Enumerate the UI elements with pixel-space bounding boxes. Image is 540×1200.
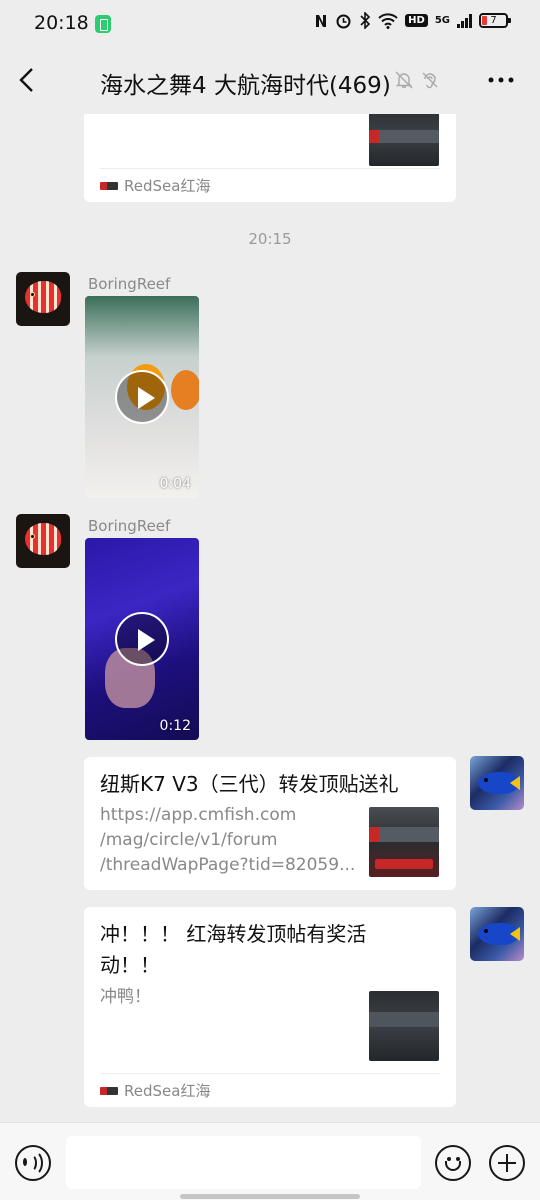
video-duration: 0:12 xyxy=(159,718,191,734)
ear-icon xyxy=(422,72,438,89)
emoji-button[interactable] xyxy=(435,1145,471,1181)
play-icon[interactable] xyxy=(115,612,169,666)
back-icon[interactable] xyxy=(12,64,44,96)
link-card-message[interactable]: 纽斯K7 V3（三代）转发顶贴送礼 https://app.cmfish.com… xyxy=(84,757,456,890)
more-icon[interactable] xyxy=(486,68,516,92)
card-thumbnail xyxy=(369,114,439,166)
share-card-thumbnail xyxy=(369,991,439,1061)
nfc-icon xyxy=(316,14,327,27)
shared-card-partial[interactable]: RedSea红海 xyxy=(84,114,456,202)
chat-message-list[interactable]: RedSea红海 20:15 BoringReef 0:04 BoringRee… xyxy=(0,114,540,1122)
card-source-row: RedSea红海 xyxy=(100,168,440,202)
app-notification-icon xyxy=(95,15,111,33)
alarm-icon xyxy=(336,14,351,29)
video-duration: 0:04 xyxy=(159,476,191,492)
link-card-thumbnail xyxy=(369,807,439,877)
status-icons: HD 5G 7 xyxy=(314,12,511,29)
bluetooth-icon xyxy=(360,12,371,29)
play-icon[interactable] xyxy=(115,370,169,424)
battery-level: 7 xyxy=(490,15,497,26)
redsea-logo-icon xyxy=(100,1086,118,1095)
avatar[interactable] xyxy=(16,272,70,326)
card-source-label: RedSea红海 xyxy=(124,177,211,195)
wifi-icon xyxy=(378,12,398,29)
chat-header: 海水之舞4 大航海时代(469) xyxy=(0,48,540,114)
video-message[interactable]: 0:04 xyxy=(85,296,199,498)
shared-card-message[interactable]: 冲！！！ 红海转发顶帖有奖活 动！！ 冲鸭！ RedSea红海 xyxy=(84,907,456,1107)
message-input[interactable] xyxy=(66,1136,421,1189)
share-card-title-line-1: 冲！！！ 红海转发顶帖有奖活 xyxy=(100,922,367,946)
hd-icon: HD xyxy=(405,14,428,27)
link-card-url-line-3: /threadWapPage?tid=82059... xyxy=(100,855,356,875)
self-avatar[interactable] xyxy=(470,907,524,961)
status-time: 20:18 xyxy=(34,12,89,34)
link-card-url-line-1: https://app.cmfish.com xyxy=(100,805,297,825)
card-source-label: RedSea红海 xyxy=(124,1082,211,1100)
share-card-title-line-2: 动！！ xyxy=(100,953,160,977)
link-card-url-line-2: /mag/circle/v1/forum xyxy=(100,830,278,850)
self-avatar[interactable] xyxy=(470,756,524,810)
more-options-button[interactable] xyxy=(489,1145,525,1181)
message-timestamp: 20:15 xyxy=(248,230,292,248)
sender-name: BoringReef xyxy=(88,517,171,535)
video-message[interactable]: 0:12 xyxy=(85,538,199,740)
voice-input-button[interactable] xyxy=(15,1145,51,1181)
sender-name: BoringReef xyxy=(88,275,171,293)
card-source-row: RedSea红海 xyxy=(100,1073,440,1107)
signal-icon xyxy=(457,13,472,28)
share-card-description: 冲鸭！ xyxy=(100,987,151,1007)
network-type-label: 5G xyxy=(434,14,450,26)
home-indicator[interactable] xyxy=(180,1194,360,1199)
battery-icon: 7 xyxy=(479,13,511,28)
redsea-logo-icon xyxy=(100,181,118,190)
status-bar: 20:18 HD 5G 7 xyxy=(0,0,540,48)
input-bar xyxy=(0,1122,540,1200)
chat-title: 海水之舞4 大航海时代(469) xyxy=(100,73,391,99)
avatar[interactable] xyxy=(16,514,70,568)
link-card-title: 纽斯K7 V3（三代）转发顶贴送礼 xyxy=(100,772,399,796)
mute-icon xyxy=(395,71,413,89)
